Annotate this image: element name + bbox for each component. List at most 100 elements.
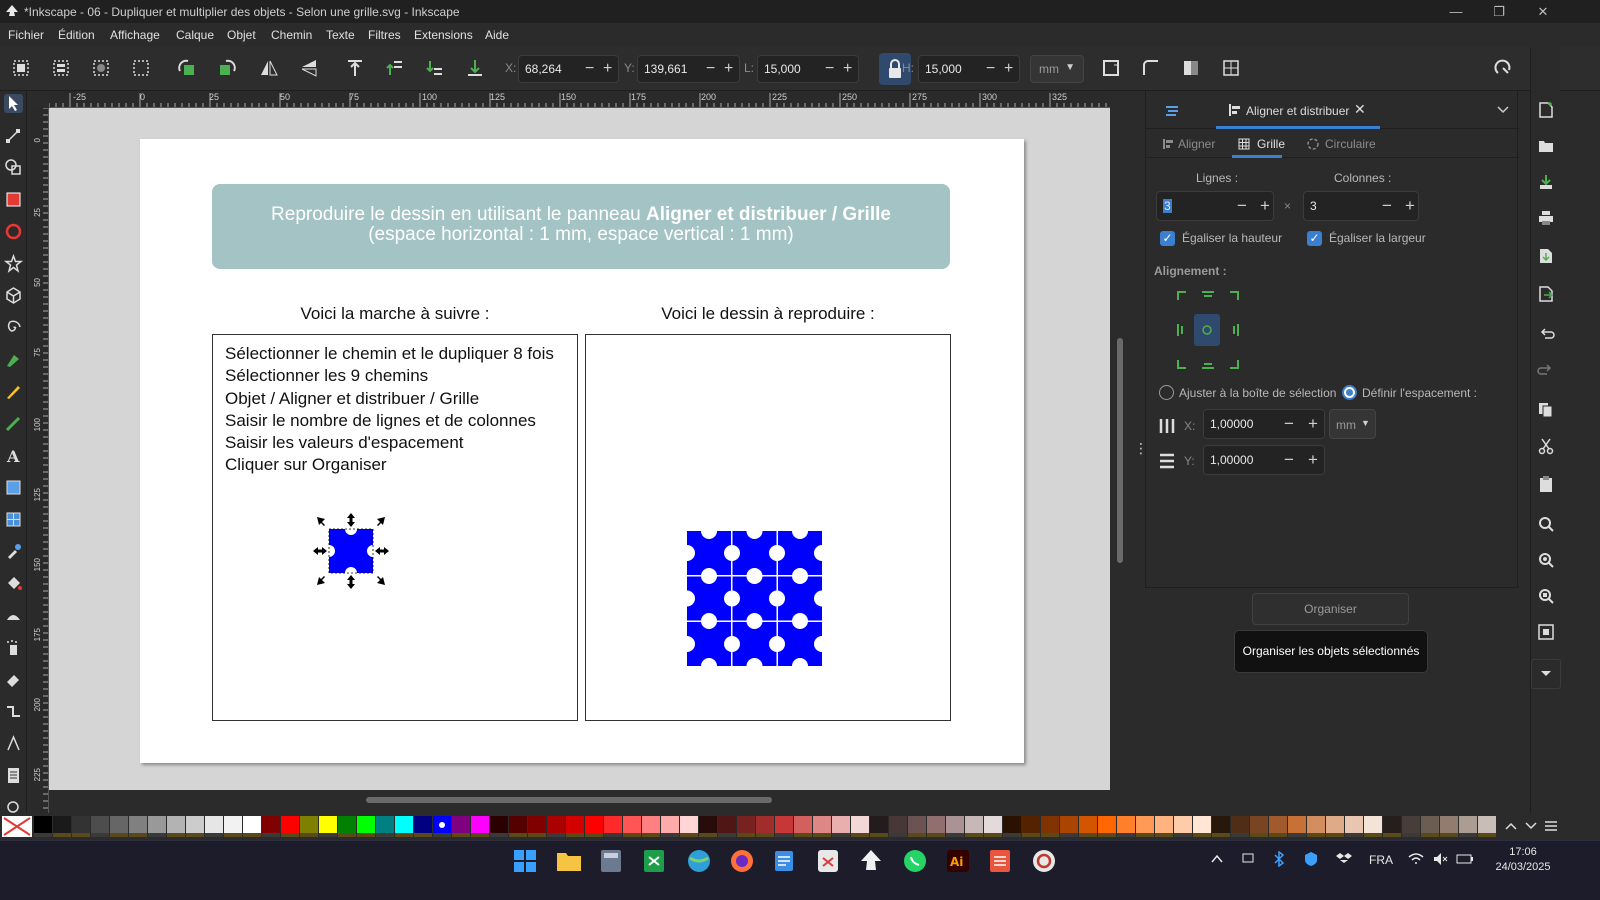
color-swatch[interactable] bbox=[452, 816, 470, 833]
select-all-icon[interactable] bbox=[10, 57, 32, 79]
x-increment[interactable]: + bbox=[603, 59, 612, 79]
color-swatch[interactable] bbox=[1250, 816, 1268, 833]
color-swatch[interactable] bbox=[566, 816, 584, 833]
y-increment[interactable]: + bbox=[724, 59, 733, 79]
cols-decrement[interactable]: − bbox=[1382, 196, 1392, 216]
color-swatch[interactable] bbox=[414, 816, 432, 833]
color-swatch[interactable] bbox=[1269, 816, 1287, 833]
color-swatch[interactable] bbox=[1345, 816, 1363, 833]
raise-icon[interactable] bbox=[384, 57, 406, 79]
dropper-tool-icon[interactable] bbox=[4, 542, 23, 561]
color-swatch[interactable] bbox=[1288, 816, 1306, 833]
illustrator-icon[interactable]: Ai bbox=[946, 849, 970, 873]
color-swatch[interactable] bbox=[1402, 816, 1420, 833]
scale-stroke-icon[interactable] bbox=[1100, 57, 1122, 79]
color-swatch[interactable] bbox=[395, 816, 413, 833]
print-icon[interactable] bbox=[1537, 209, 1555, 227]
color-swatch[interactable] bbox=[167, 816, 185, 833]
rotate-cw-icon[interactable] bbox=[216, 57, 238, 79]
subtab-circulaire[interactable]: Circulaire bbox=[1325, 137, 1376, 151]
color-swatch[interactable] bbox=[34, 816, 52, 833]
globe-app-icon[interactable] bbox=[686, 848, 712, 874]
align-top-center-icon[interactable] bbox=[1196, 284, 1220, 308]
selector-tool-icon[interactable] bbox=[4, 94, 23, 113]
rows-decrement[interactable]: − bbox=[1237, 196, 1247, 216]
color-swatch[interactable] bbox=[1117, 816, 1135, 833]
snipping-tool-icon[interactable] bbox=[816, 848, 840, 874]
unit-select[interactable]: mm ▼ bbox=[1030, 55, 1084, 83]
menu-extensions[interactable]: Extensions bbox=[414, 28, 473, 42]
spiral-tool-icon[interactable] bbox=[4, 318, 23, 337]
pen-tool-icon[interactable] bbox=[4, 350, 23, 369]
align-center-button[interactable] bbox=[1194, 314, 1220, 346]
color-swatch[interactable] bbox=[205, 816, 223, 833]
menu-texte[interactable]: Texte bbox=[326, 28, 355, 42]
color-swatch[interactable] bbox=[357, 816, 375, 833]
align-bottom-left-icon[interactable] bbox=[1170, 352, 1194, 376]
color-swatch[interactable] bbox=[72, 816, 90, 833]
zoom-drawing-icon[interactable] bbox=[1537, 551, 1555, 569]
open-folder-icon[interactable] bbox=[1537, 137, 1555, 155]
color-swatch[interactable] bbox=[110, 816, 128, 833]
color-swatch[interactable] bbox=[471, 816, 489, 833]
screen-recorder-icon[interactable] bbox=[1031, 848, 1057, 874]
width-decrement[interactable]: − bbox=[825, 59, 834, 79]
bluetooth-icon[interactable] bbox=[1272, 851, 1286, 867]
color-swatch[interactable] bbox=[300, 816, 318, 833]
color-swatch[interactable] bbox=[1060, 816, 1078, 833]
system-clock[interactable]: 17:06 24/03/2025 bbox=[1488, 845, 1558, 875]
rectangle-tool-icon[interactable] bbox=[4, 190, 23, 209]
star-tool-icon[interactable] bbox=[3, 253, 24, 273]
gradient-tool-icon[interactable] bbox=[4, 478, 23, 497]
height-increment[interactable]: + bbox=[1004, 59, 1013, 79]
height-field[interactable]: 15,000 − + bbox=[918, 55, 1020, 83]
color-swatch[interactable] bbox=[1307, 816, 1325, 833]
paste-icon[interactable] bbox=[1537, 475, 1555, 493]
text-tool-icon[interactable]: A bbox=[4, 446, 23, 466]
color-swatch[interactable] bbox=[680, 816, 698, 833]
connector-tool-icon[interactable] bbox=[4, 702, 23, 721]
shape-builder-tool-icon[interactable] bbox=[4, 158, 23, 177]
minimize-button[interactable]: — bbox=[1441, 3, 1471, 20]
align-middle-left-icon[interactable] bbox=[1170, 318, 1194, 342]
y-decrement[interactable]: − bbox=[706, 59, 715, 79]
no-paint-swatch-icon[interactable] bbox=[2, 816, 32, 837]
color-swatch[interactable] bbox=[699, 816, 717, 833]
color-swatch[interactable] bbox=[965, 816, 983, 833]
color-swatch[interactable] bbox=[1003, 816, 1021, 833]
color-swatch[interactable] bbox=[243, 816, 261, 833]
drawing-canvas[interactable]: Reproduire le dessin en utilisant le pan… bbox=[49, 108, 1110, 805]
pen-input-icon[interactable] bbox=[1240, 851, 1256, 867]
x-spacing-increment[interactable]: + bbox=[1308, 414, 1318, 434]
color-swatch[interactable] bbox=[1440, 816, 1458, 833]
lower-to-bottom-icon[interactable] bbox=[464, 57, 486, 79]
width-field[interactable]: 15,000 − + bbox=[757, 55, 859, 83]
color-swatch[interactable] bbox=[1459, 816, 1477, 833]
node-tool-icon[interactable] bbox=[4, 126, 23, 145]
vertical-scrollbar[interactable] bbox=[1117, 338, 1123, 563]
align-bottom-right-icon[interactable] bbox=[1222, 352, 1246, 376]
inkscape-taskbar-icon[interactable] bbox=[860, 849, 882, 873]
battery-icon[interactable] bbox=[1456, 851, 1474, 867]
color-swatch[interactable] bbox=[1022, 816, 1040, 833]
y-spacing-increment[interactable]: + bbox=[1308, 450, 1318, 470]
color-swatch[interactable] bbox=[1136, 816, 1154, 833]
color-swatch[interactable] bbox=[129, 816, 147, 833]
color-swatch[interactable] bbox=[813, 816, 831, 833]
maximize-button[interactable]: ❐ bbox=[1484, 3, 1514, 20]
color-swatch[interactable] bbox=[718, 816, 736, 833]
color-swatch[interactable] bbox=[1174, 816, 1192, 833]
calligraphy-tool-icon[interactable] bbox=[4, 414, 23, 433]
spreadsheet-app-icon[interactable] bbox=[643, 849, 665, 873]
menu-fichier[interactable]: Fichier bbox=[8, 28, 44, 42]
tab-align-distribute[interactable]: Aligner et distribuer ✕ bbox=[1216, 91, 1380, 129]
color-swatch[interactable] bbox=[53, 816, 71, 833]
new-document-icon[interactable] bbox=[1537, 101, 1555, 119]
color-swatch[interactable] bbox=[756, 816, 774, 833]
windows-start-icon[interactable] bbox=[513, 849, 537, 873]
color-swatch[interactable] bbox=[908, 816, 926, 833]
volume-muted-icon[interactable] bbox=[1432, 851, 1448, 867]
color-swatch[interactable] bbox=[509, 816, 527, 833]
cols-increment[interactable]: + bbox=[1405, 196, 1415, 216]
cols-spinbox[interactable]: 3 − + bbox=[1303, 191, 1419, 221]
